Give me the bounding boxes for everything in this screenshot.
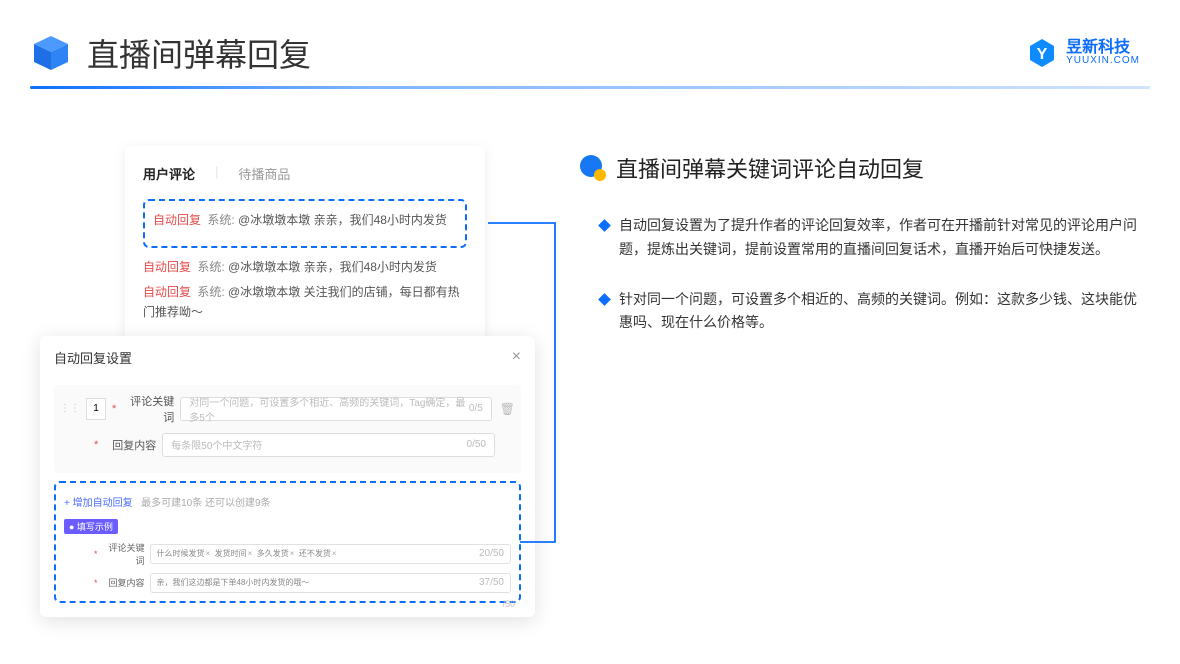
chip: 发货时间×: [215, 549, 253, 558]
auto-reply-tag: 自动回复: [143, 285, 191, 299]
example-badge: ● 填写示例: [64, 519, 118, 534]
auto-reply-tag: 自动回复: [143, 260, 191, 274]
example-keyword-label: 评论关键词: [103, 541, 145, 567]
example-chips: 什么时候发货× 发货时间× 多久发货× 还不发货×: [157, 548, 337, 559]
left-column: 用户评论 | 待播商品 自动回复 系统: @冰墩墩本墩 亲亲，我们48小时内发货…: [40, 146, 550, 617]
right-column: 直播间弹幕关键词评论自动回复 自动回复设置为了提升作者的评论回复效率，作者可在开…: [580, 146, 1140, 617]
required-mark: *: [94, 578, 98, 588]
close-icon[interactable]: ×: [512, 348, 521, 366]
comments-card: 用户评论 | 待播商品 自动回复 系统: @冰墩墩本墩 亲亲，我们48小时内发货…: [125, 146, 485, 342]
trash-icon[interactable]: 🗑: [500, 402, 515, 416]
main: 用户评论 | 待播商品 自动回复 系统: @冰墩墩本墩 亲亲，我们48小时内发货…: [0, 76, 1180, 617]
bullet-item: 自动回复设置为了提升作者的评论回复效率，作者可在开播前针对常见的评论用户问题，提…: [600, 214, 1140, 262]
drag-handle-icon[interactable]: ⋮⋮: [60, 403, 80, 414]
section-bullet-icon: [580, 155, 606, 181]
diamond-icon: [598, 293, 611, 306]
required-mark: *: [94, 439, 98, 451]
comment-text: @冰墩墩本墩 亲亲，我们48小时内发货: [228, 260, 437, 274]
highlighted-comment: 自动回复 系统: @冰墩墩本墩 亲亲，我们48小时内发货: [143, 199, 467, 248]
example-content-count: 37/50: [479, 577, 504, 588]
bullet-list: 自动回复设置为了提升作者的评论回复效率，作者可在开播前针对常见的评论用户问题，提…: [580, 214, 1140, 335]
comment-text: @冰墩墩本墩 亲亲，我们48小时内发货: [238, 213, 447, 227]
required-mark: *: [94, 549, 98, 559]
dialog-body: ⋮⋮ 1 * 评论关键词 对同一个问题，可设置多个相近、高频的关键词，Tag确定…: [54, 385, 521, 473]
cube-icon: [30, 32, 72, 74]
content-input[interactable]: 每条限50个中文字符 0/50: [162, 433, 495, 457]
content-count: 0/50: [467, 439, 486, 450]
bullet-text: 自动回复设置为了提升作者的评论回复效率，作者可在开播前针对常见的评论用户问题，提…: [619, 214, 1140, 262]
chip: 还不发货×: [299, 549, 337, 558]
required-mark: *: [112, 403, 116, 415]
section-title: 直播间弹幕关键词评论自动回复: [616, 152, 924, 184]
example-keyword-input[interactable]: 什么时候发货× 发货时间× 多久发货× 还不发货× 20/50: [150, 544, 511, 564]
index-box: 1: [86, 398, 106, 420]
comment-prefix: 系统:: [207, 213, 234, 227]
dialog-header: 自动回复设置 ×: [54, 348, 521, 367]
tab-divider: |: [215, 164, 218, 183]
chip: 什么时候发货×: [157, 549, 211, 558]
section-header: 直播间弹幕关键词评论自动回复: [580, 152, 1140, 184]
tab-user-comments[interactable]: 用户评论: [143, 164, 195, 183]
diamond-icon: [598, 219, 611, 232]
example-content-row: * 回复内容 亲，我们这边都是下单48小时内发货的哦～ 37/50: [64, 573, 511, 593]
example-content-input[interactable]: 亲，我们这边都是下单48小时内发货的哦～ 37/50: [150, 573, 511, 593]
comment-row: 自动回复 系统: @冰墩墩本墩 亲亲，我们48小时内发货: [143, 258, 467, 277]
keyword-count: 0/5: [469, 403, 483, 414]
page-title: 直播间弹幕回复: [87, 30, 311, 76]
bullet-text: 针对同一个问题，可设置多个相近的、高频的关键词。例如：这款多少钱、这块能优惠吗、…: [619, 288, 1140, 336]
comment-prefix: 系统:: [197, 260, 224, 274]
content-placeholder: 每条限50个中文字符: [171, 437, 262, 452]
brand-cn: 昱新科技: [1066, 40, 1140, 56]
dialog-title: 自动回复设置: [54, 348, 132, 367]
comments-tabs: 用户评论 | 待播商品: [143, 164, 467, 183]
comment-prefix: 系统:: [197, 285, 224, 299]
content-label: 回复内容: [104, 437, 156, 453]
comment-row: 自动回复 系统: @冰墩墩本墩 亲亲，我们48小时内发货: [153, 211, 457, 230]
brand-text: 昱新科技 YUUXIN.COM: [1066, 40, 1140, 66]
bullet-item: 针对同一个问题，可设置多个相近的、高频的关键词。例如：这款多少钱、这块能优惠吗、…: [600, 288, 1140, 336]
add-hint: 最多可建10条 还可以创建9条: [141, 498, 270, 509]
keyword-input[interactable]: 对同一个问题，可设置多个相近、高频的关键词，Tag确定，最多5个 0/5: [180, 397, 491, 421]
keyword-placeholder: 对同一个问题，可设置多个相近、高频的关键词，Tag确定，最多5个: [189, 394, 469, 424]
content-row: * 回复内容 每条限50个中文字符 0/50: [60, 433, 515, 457]
svg-text:Y: Y: [1037, 46, 1048, 63]
brand: Y 昱新科技 YUUXIN.COM: [1026, 37, 1140, 69]
slide-header: 直播间弹幕回复 Y 昱新科技 YUUXIN.COM: [0, 0, 1180, 76]
chip: 多久发货×: [257, 549, 295, 558]
example-block: + 增加自动回复 最多可建10条 还可以创建9条 ● 填写示例 * 评论关键词 …: [54, 481, 521, 603]
tab-pending-goods[interactable]: 待播商品: [238, 164, 290, 183]
example-keyword-count: 20/50: [479, 548, 504, 559]
header-left: 直播间弹幕回复: [30, 30, 311, 76]
keyword-label: 评论关键词: [122, 393, 174, 425]
auto-reply-tag: 自动回复: [153, 213, 201, 227]
brand-logo-icon: Y: [1026, 37, 1058, 69]
brand-en: YUUXIN.COM: [1066, 56, 1140, 66]
keyword-row: ⋮⋮ 1 * 评论关键词 对同一个问题，可设置多个相近、高频的关键词，Tag确定…: [60, 393, 515, 425]
overflow-count: /50: [502, 599, 515, 609]
add-auto-reply-link[interactable]: + 增加自动回复: [64, 498, 133, 509]
example-content-text: 亲，我们这边都是下单48小时内发货的哦～: [157, 577, 310, 588]
settings-dialog: 自动回复设置 × ⋮⋮ 1 * 评论关键词 对同一个问题，可设置多个相近、高频的…: [40, 336, 535, 617]
comment-row: 自动回复 系统: @冰墩墩本墩 关注我们的店铺，每日都有热门推荐呦～: [143, 283, 467, 321]
example-content-label: 回复内容: [103, 576, 145, 589]
header-divider: [30, 86, 1150, 89]
example-keyword-row: * 评论关键词 什么时候发货× 发货时间× 多久发货× 还不发货× 20/50: [64, 541, 511, 567]
